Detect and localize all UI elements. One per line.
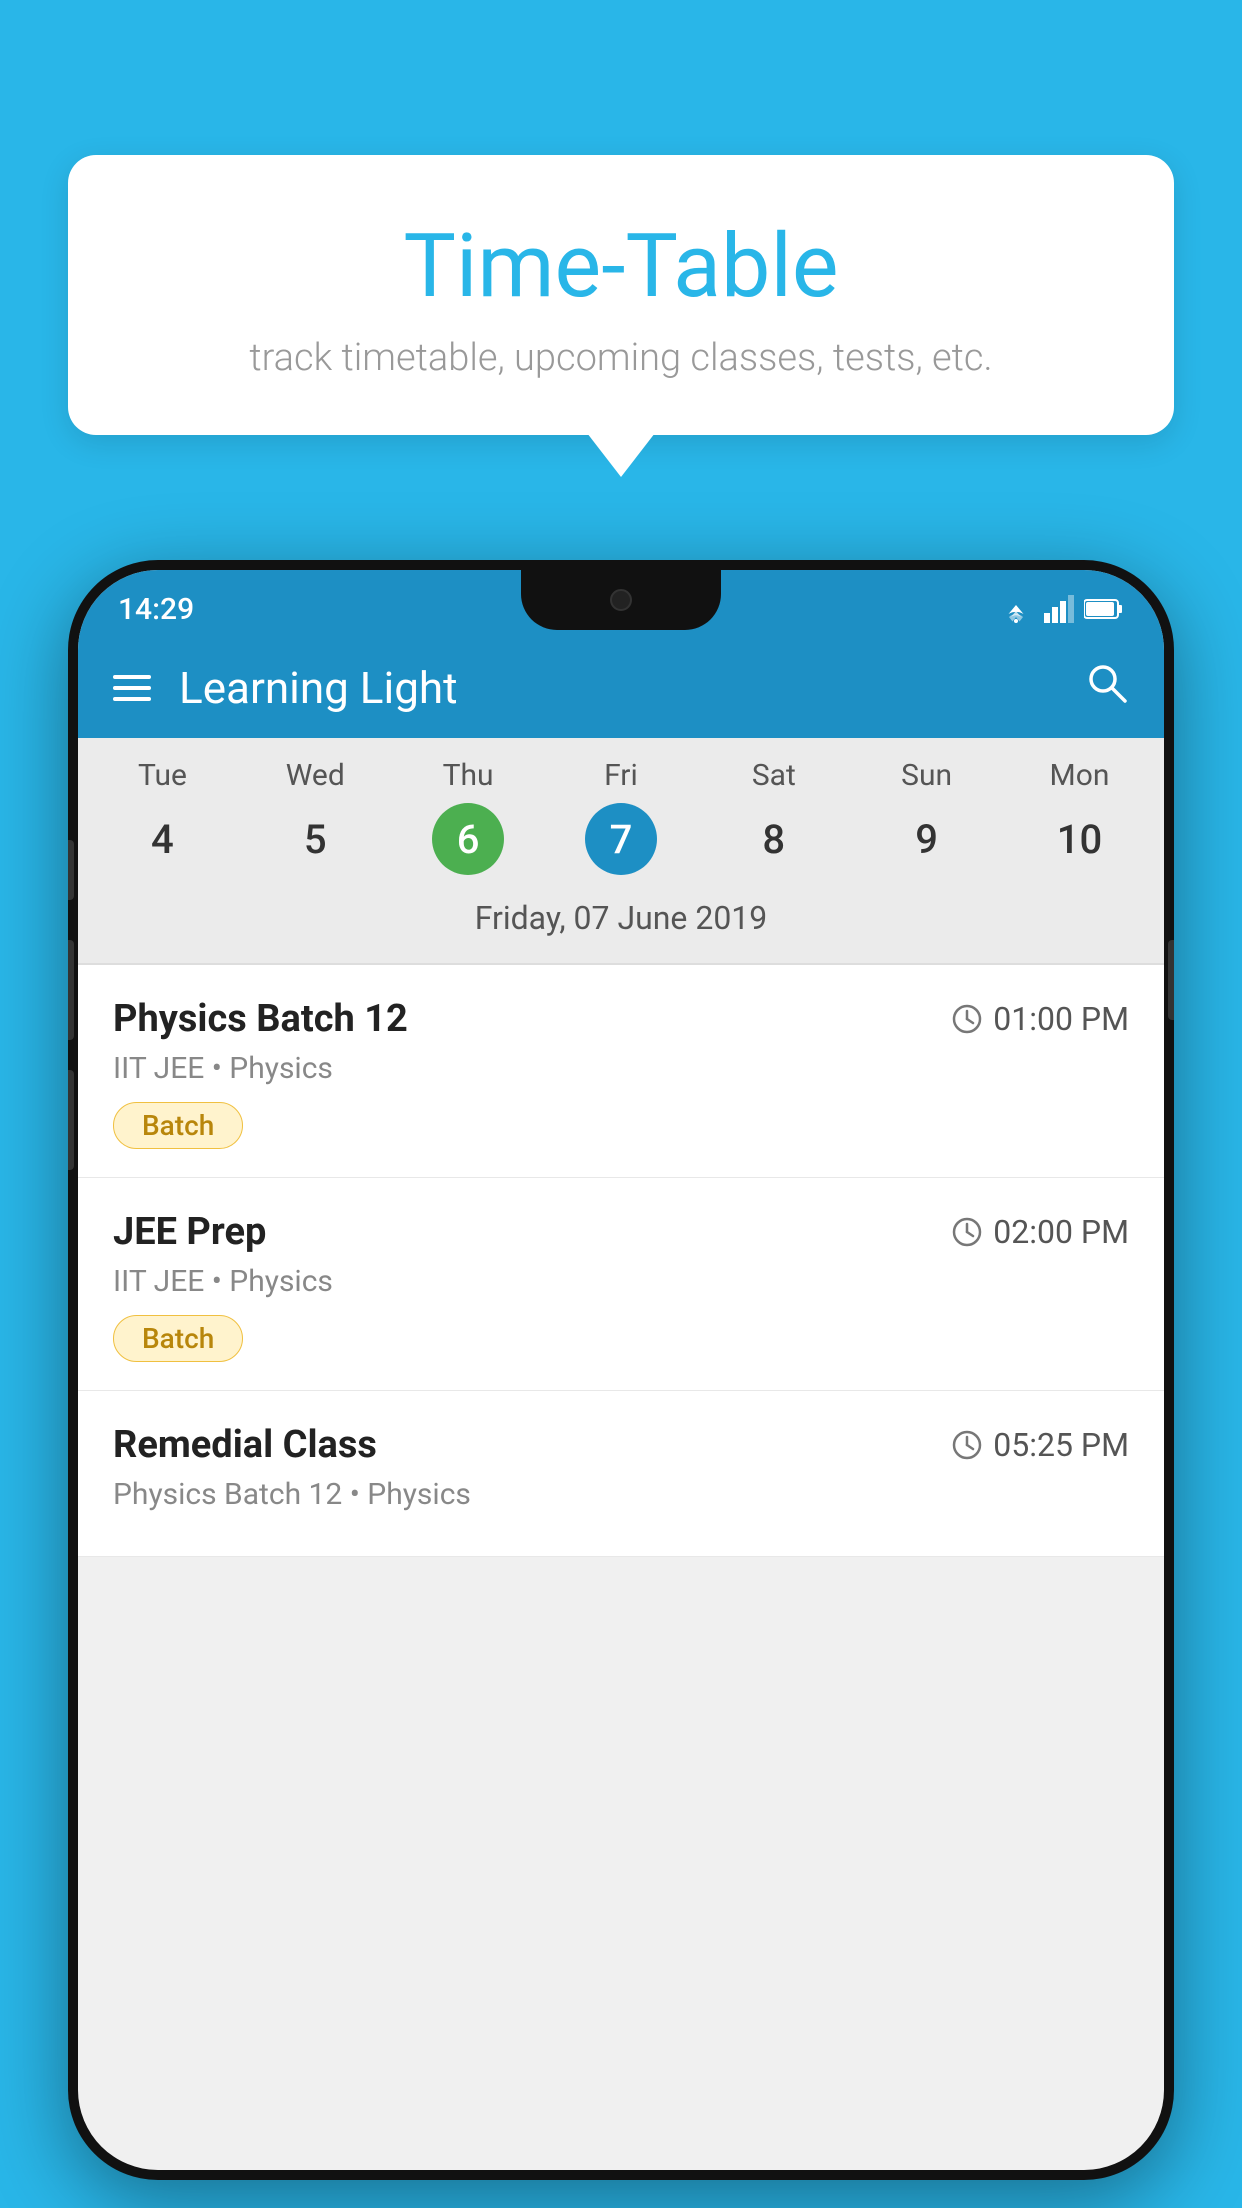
tooltip-card: Time-Table track timetable, upcoming cla… bbox=[68, 155, 1174, 435]
phone-screen: 14:29 bbox=[78, 570, 1164, 2170]
day-col-thu[interactable]: Thu 6 bbox=[403, 758, 533, 875]
day-number[interactable]: 10 bbox=[1043, 803, 1115, 875]
volume-up-button bbox=[68, 840, 74, 900]
schedule-item-title: JEE Prep bbox=[113, 1210, 266, 1254]
day-label: Wed bbox=[286, 758, 345, 793]
day-col-sun[interactable]: Sun 9 bbox=[862, 758, 992, 875]
schedule-item-title: Remedial Class bbox=[113, 1423, 377, 1467]
silent-button bbox=[68, 1070, 74, 1170]
day-number[interactable]: 9 bbox=[891, 803, 963, 875]
schedule-item-header: JEE Prep 02:00 PM bbox=[113, 1210, 1129, 1254]
power-button bbox=[1168, 940, 1174, 1020]
day-col-fri[interactable]: Fri 7 bbox=[556, 758, 686, 875]
day-col-wed[interactable]: Wed 5 bbox=[250, 758, 380, 875]
volume-down-button bbox=[68, 940, 74, 1040]
batch-badge: Batch bbox=[113, 1102, 243, 1149]
day-col-mon[interactable]: Mon 10 bbox=[1014, 758, 1144, 875]
schedule-item[interactable]: Remedial Class 05:25 PM Physics Batch 12… bbox=[78, 1391, 1164, 1557]
hamburger-menu-button[interactable] bbox=[113, 675, 151, 701]
day-label: Fri bbox=[604, 758, 638, 793]
status-time: 14:29 bbox=[118, 592, 194, 627]
day-number[interactable]: 6 bbox=[432, 803, 504, 875]
day-label: Tue bbox=[138, 758, 187, 793]
schedule-item-subtitle: IIT JEE • Physics bbox=[113, 1264, 1129, 1299]
app-title: Learning Light bbox=[179, 662, 1055, 714]
week-days-row: Tue 4 Wed 5 Thu 6 Fri 7 Sat 8 Sun 9 Mon 10 bbox=[78, 758, 1164, 875]
wifi-icon bbox=[998, 595, 1034, 623]
schedule-item-subtitle: IIT JEE • Physics bbox=[113, 1051, 1129, 1086]
app-bar: Learning Light bbox=[78, 638, 1164, 738]
tooltip-subtitle: track timetable, upcoming classes, tests… bbox=[118, 336, 1124, 380]
schedule-item-header: Remedial Class 05:25 PM bbox=[113, 1423, 1129, 1467]
day-number[interactable]: 5 bbox=[279, 803, 351, 875]
camera-dot bbox=[610, 589, 632, 611]
day-number[interactable]: 7 bbox=[585, 803, 657, 875]
batch-badge: Batch bbox=[113, 1315, 243, 1362]
day-number[interactable]: 8 bbox=[738, 803, 810, 875]
signal-icon bbox=[1044, 595, 1074, 623]
battery-icon bbox=[1084, 598, 1124, 620]
search-button[interactable] bbox=[1083, 659, 1129, 717]
schedule-item[interactable]: Physics Batch 12 01:00 PM IIT JEE • Phys… bbox=[78, 965, 1164, 1178]
status-icons bbox=[998, 595, 1124, 623]
clock-icon bbox=[951, 1003, 983, 1035]
day-col-tue[interactable]: Tue 4 bbox=[97, 758, 227, 875]
schedule-item[interactable]: JEE Prep 02:00 PM IIT JEE • Physics Batc… bbox=[78, 1178, 1164, 1391]
day-label: Sun bbox=[901, 758, 952, 793]
clock-icon bbox=[951, 1429, 983, 1461]
day-label: Thu bbox=[443, 758, 494, 793]
day-label: Mon bbox=[1050, 758, 1110, 793]
phone-shell: 14:29 bbox=[68, 560, 1174, 2180]
tooltip-title: Time-Table bbox=[118, 215, 1124, 318]
schedule-item-subtitle: Physics Batch 12 • Physics bbox=[113, 1477, 1129, 1512]
schedule-list: Physics Batch 12 01:00 PM IIT JEE • Phys… bbox=[78, 965, 1164, 1557]
schedule-item-time: 05:25 PM bbox=[951, 1426, 1129, 1464]
schedule-item-time: 02:00 PM bbox=[951, 1213, 1129, 1251]
notch bbox=[521, 570, 721, 630]
calendar-section: Tue 4 Wed 5 Thu 6 Fri 7 Sat 8 Sun 9 Mon 10 Friday, 07… bbox=[78, 738, 1164, 963]
schedule-item-time: 01:00 PM bbox=[951, 1000, 1129, 1038]
day-label: Sat bbox=[752, 758, 796, 793]
clock-icon bbox=[951, 1216, 983, 1248]
schedule-item-title: Physics Batch 12 bbox=[113, 997, 408, 1041]
schedule-item-header: Physics Batch 12 01:00 PM bbox=[113, 997, 1129, 1041]
day-number[interactable]: 4 bbox=[126, 803, 198, 875]
selected-date-label: Friday, 07 June 2019 bbox=[78, 887, 1164, 953]
day-col-sat[interactable]: Sat 8 bbox=[709, 758, 839, 875]
